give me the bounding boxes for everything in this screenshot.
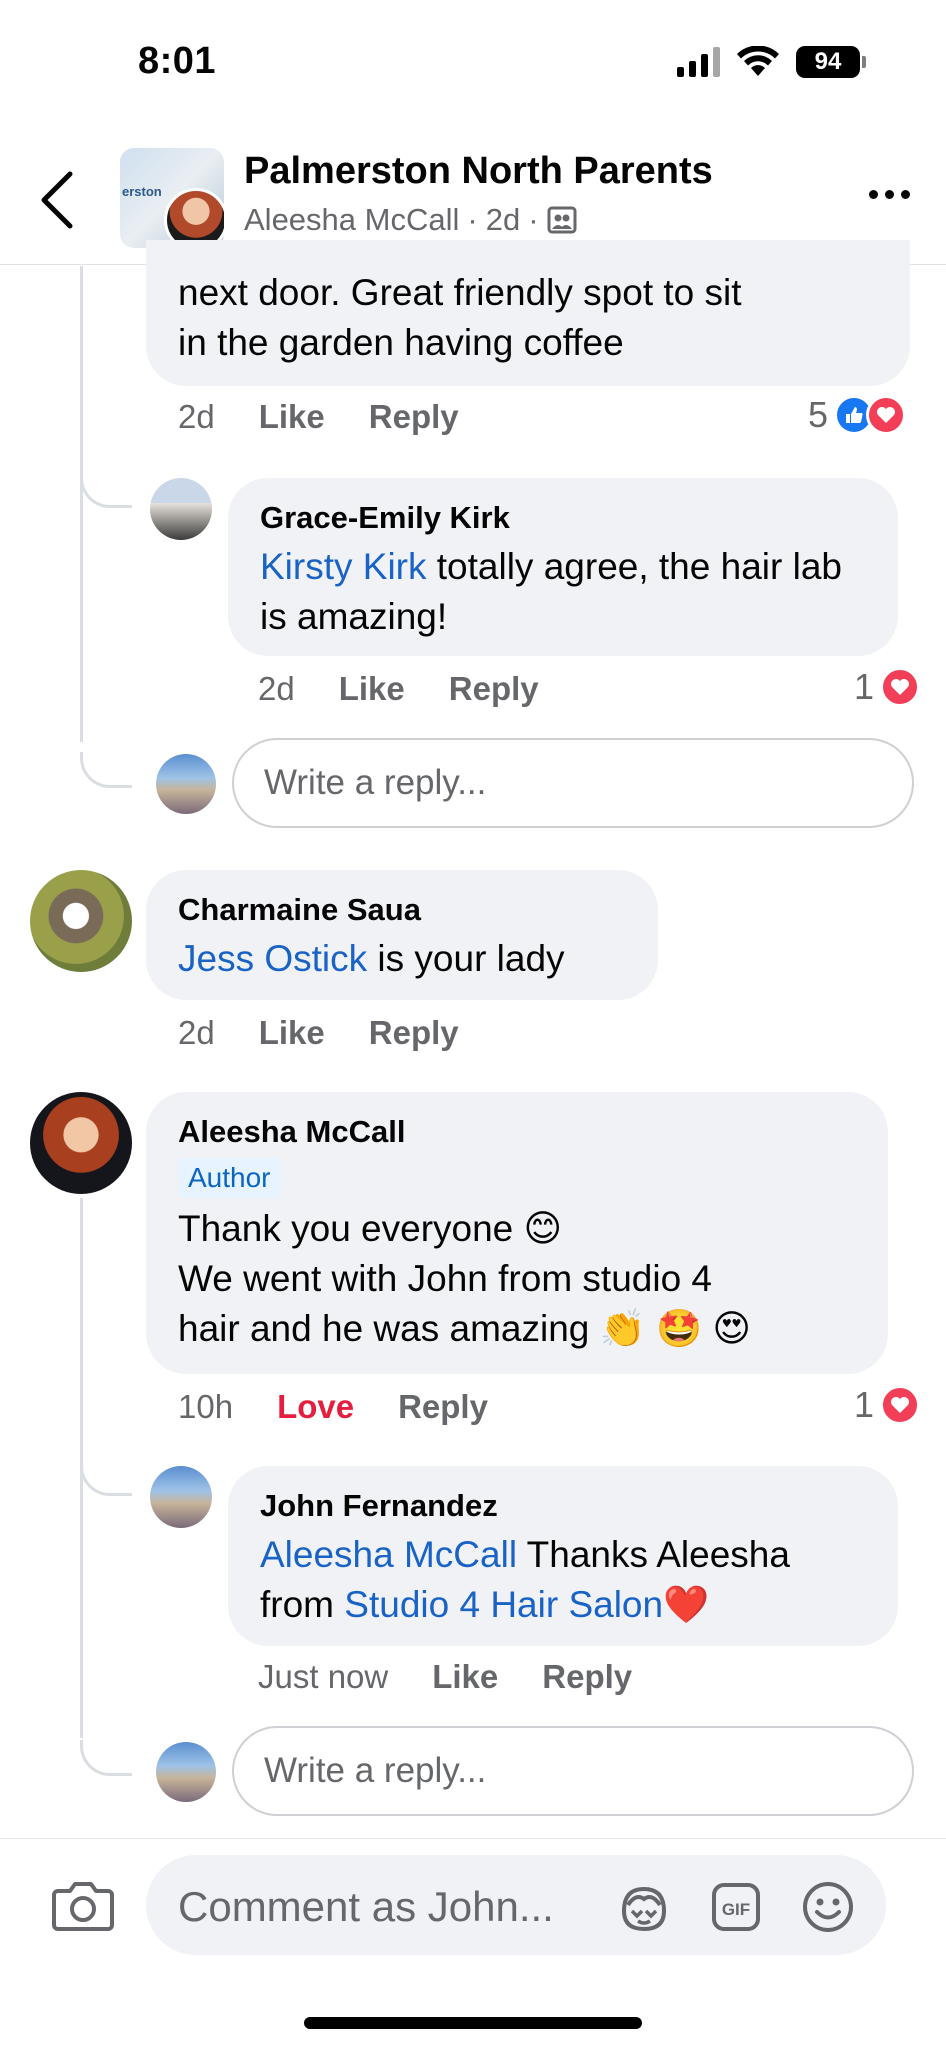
comment-text: We went with John from studio 4: [178, 1258, 713, 1299]
commenter-name[interactable]: Grace-Emily Kirk: [260, 500, 866, 536]
cellular-signal-icon: [677, 47, 720, 77]
reply-button[interactable]: Reply: [398, 1388, 488, 1426]
my-avatar: [156, 754, 216, 814]
mention-link[interactable]: Kirsty Kirk: [260, 546, 427, 587]
reply-button[interactable]: Reply: [449, 670, 539, 708]
comment-bubble: Charmaine Saua Jess Ostick is your lady: [146, 870, 658, 1000]
commenter-name[interactable]: Charmaine Saua: [178, 892, 626, 928]
comment-body: from: [260, 1584, 345, 1625]
group-avatar-text: erston: [122, 184, 162, 199]
reply-button[interactable]: Reply: [369, 1014, 459, 1052]
comment-text: Jess Ostick is your lady: [178, 934, 626, 984]
group-privacy-icon: [547, 206, 577, 234]
home-indicator: [304, 2017, 642, 2029]
comment-text: in the garden having coffee: [178, 322, 624, 363]
comment-actions: 2d Like Reply: [178, 1014, 503, 1052]
back-icon[interactable]: [36, 170, 80, 230]
reply-button[interactable]: Reply: [542, 1658, 632, 1696]
comment-actions: Just now Like Reply: [258, 1658, 676, 1696]
reaction-count: 1: [854, 1384, 875, 1425]
status-indicators: 94: [677, 46, 866, 78]
thread-connector: [80, 1740, 132, 1776]
comment-reactions[interactable]: 1: [854, 1384, 921, 1426]
emoji-icon[interactable]: [800, 1879, 856, 1935]
reply-input[interactable]: Write a reply...: [232, 738, 914, 828]
battery-level: 94: [796, 46, 860, 78]
status-time: 8:01: [138, 40, 217, 82]
comment-reactions[interactable]: 5: [808, 394, 907, 436]
comment-text: Kirsty Kirk totally agree, the hair lab …: [260, 542, 866, 642]
comment-actions: 2d Like Reply: [258, 670, 583, 708]
reply-input[interactable]: Write a reply...: [232, 1726, 914, 1816]
comment-time: 2d: [178, 1014, 215, 1051]
comment-text: Aleesha McCall Thanks Aleesha: [260, 1530, 866, 1580]
wifi-icon: [737, 46, 779, 76]
commenter-avatar[interactable]: [150, 1466, 212, 1528]
like-button[interactable]: Like: [259, 1014, 325, 1052]
thread-connector: [80, 472, 132, 508]
love-reaction-icon: [866, 395, 907, 435]
comment-input[interactable]: Comment as John... GIF: [146, 1855, 886, 1955]
thread-connector: [80, 752, 132, 788]
comment-time: 2d: [178, 398, 215, 435]
comment-body: Thanks Aleesha: [517, 1534, 790, 1575]
author-avatar: [164, 188, 224, 248]
post-author[interactable]: Aleesha McCall: [244, 202, 459, 238]
my-avatar: [156, 1742, 216, 1802]
comment-actions: 10h Love Reply: [178, 1388, 532, 1426]
svg-text:GIF: GIF: [722, 1900, 750, 1919]
mention-link[interactable]: Aleesha McCall: [260, 1534, 517, 1575]
battery-icon: 94: [796, 46, 866, 78]
comment-time: 2d: [258, 670, 295, 707]
thread-connector: [80, 1460, 132, 1496]
post-age: 2d: [485, 202, 521, 237]
comment-reactions[interactable]: 1: [854, 666, 921, 708]
separator-dot: ·: [467, 202, 478, 237]
comment-text: from Studio 4 Hair Salon❤️: [260, 1580, 866, 1630]
love-reaction-icon: [880, 667, 921, 707]
reply-button[interactable]: Reply: [369, 398, 459, 436]
comment-bubble: Aleesha McCall Author Thank you everyone…: [146, 1092, 888, 1374]
comment-bubble: John Fernandez Aleesha McCall Thanks Ale…: [228, 1466, 898, 1646]
post-subtitle: Aleesha McCall · 2d ·: [244, 202, 577, 238]
commenter-avatar[interactable]: [30, 870, 132, 972]
comment-bubble: next door. Great friendly spot to sit in…: [146, 240, 910, 386]
comment-actions: 2d Like Reply: [178, 398, 503, 436]
like-button[interactable]: Like: [432, 1658, 498, 1696]
comment-text: Thank you everyone 😊: [178, 1208, 563, 1249]
comment-time: Just now: [258, 1658, 389, 1695]
commenter-avatar[interactable]: [150, 478, 212, 540]
mention-link[interactable]: Studio 4 Hair Salon: [344, 1584, 663, 1625]
reaction-count: 5: [808, 394, 829, 435]
commenter-avatar[interactable]: [30, 1092, 132, 1194]
gif-icon[interactable]: GIF: [708, 1879, 764, 1935]
comment-composer: Comment as John... GIF: [0, 1838, 946, 2048]
heart-emoji: ❤️: [663, 1584, 710, 1625]
like-button[interactable]: Like: [259, 398, 325, 436]
comment-bubble: Grace-Emily Kirk Kirsty Kirk totally agr…: [228, 478, 898, 656]
comment-text: next door. Great friendly spot to sit: [178, 272, 742, 313]
thread-line: [80, 266, 83, 742]
love-reaction-icon: [880, 1385, 921, 1425]
comment-body: is your lady: [367, 938, 565, 979]
author-badge: Author: [178, 1158, 281, 1198]
comment-time: 10h: [178, 1388, 234, 1425]
avatar-sticker-icon[interactable]: [616, 1879, 672, 1935]
status-bar: 8:01 94: [0, 0, 946, 130]
group-name[interactable]: Palmerston North Parents: [244, 150, 713, 193]
commenter-name[interactable]: John Fernandez: [260, 1488, 866, 1524]
like-button[interactable]: Like: [339, 670, 405, 708]
group-avatar[interactable]: erston: [120, 148, 224, 248]
more-options-icon[interactable]: [869, 190, 910, 199]
comment-text: hair and he was amazing 👏 🤩 😍: [178, 1308, 751, 1349]
camera-icon[interactable]: [52, 1879, 114, 1931]
mention-link[interactable]: Jess Ostick: [178, 938, 367, 979]
reaction-count: 1: [854, 666, 875, 707]
separator-dot: ·: [528, 202, 539, 237]
commenter-name[interactable]: Aleesha McCall: [178, 1114, 856, 1150]
comment-placeholder: Comment as John...: [178, 1883, 554, 1930]
love-button[interactable]: Love: [277, 1388, 354, 1426]
